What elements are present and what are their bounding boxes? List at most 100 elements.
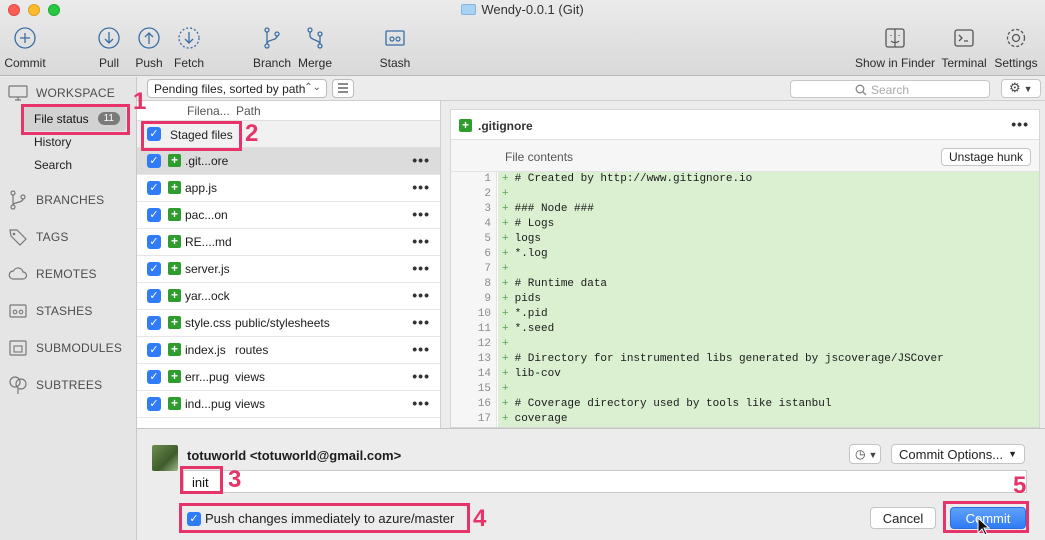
annotation-number-1: 1	[133, 88, 147, 115]
commit-tool-button[interactable]: Commit	[4, 26, 46, 70]
monitor-icon	[8, 85, 28, 101]
file-staged-checkbox[interactable]: ✓	[147, 316, 161, 330]
finder-icon	[885, 28, 905, 48]
hunk-header: File contents Unstage hunk	[451, 140, 1039, 172]
file-more-button[interactable]: •••	[412, 179, 430, 195]
file-row[interactable]: ✓ + RE....md •••	[137, 229, 440, 256]
sidebar-section-subtrees[interactable]: SUBTREES	[8, 375, 102, 395]
stash-icon	[385, 30, 405, 46]
file-more-button[interactable]: •••	[412, 152, 430, 168]
settings-button[interactable]: Settings	[993, 26, 1039, 70]
code-line: 13 + # Directory for instrumented libs gen…	[451, 352, 1039, 367]
sidebar-section-remotes[interactable]: REMOTES	[8, 264, 97, 284]
file-row[interactable]: ✓ + ind...pug views •••	[137, 391, 440, 418]
file-row[interactable]: ✓ + err...pug views •••	[137, 364, 440, 391]
list-view-button[interactable]	[332, 79, 354, 98]
sidebar-item-search[interactable]: Search	[34, 158, 72, 172]
annotation-number-5: 5	[1013, 472, 1027, 499]
plus-marker: +	[502, 338, 509, 350]
commit-message-input[interactable]: init	[183, 470, 1027, 493]
sidebar-section-tags[interactable]: TAGS	[8, 227, 69, 247]
file-more-button[interactable]: •••	[412, 395, 430, 411]
cancel-button[interactable]: Cancel	[870, 507, 936, 529]
file-staged-checkbox[interactable]: ✓	[147, 262, 161, 276]
file-staged-checkbox[interactable]: ✓	[147, 208, 161, 222]
sidebar-section-branches[interactable]: BRANCHES	[8, 190, 104, 210]
merge-tool-label: Merge	[297, 56, 332, 70]
column-filename[interactable]: Filena...	[187, 104, 230, 118]
sidebar-section-submodules[interactable]: SUBMODULES	[8, 338, 122, 358]
window-title: Wendy-0.0.1 (Git)	[0, 2, 1045, 17]
file-more-button[interactable]: •••	[412, 314, 430, 330]
terminal-button[interactable]: Terminal	[941, 26, 987, 70]
line-text: # Created by http://www.gitignore.io	[514, 173, 753, 185]
file-staged-checkbox[interactable]: ✓	[147, 181, 161, 195]
added-line: +	[498, 382, 1039, 397]
file-staged-checkbox[interactable]: ✓	[147, 154, 161, 168]
file-staged-checkbox[interactable]: ✓	[147, 343, 161, 357]
column-path[interactable]: Path	[236, 104, 261, 118]
added-line: + *.seed	[498, 322, 1039, 337]
commit-options-button[interactable]: Commit Options... ▼	[891, 444, 1025, 464]
search-input[interactable]: Search	[790, 80, 990, 98]
file-more-button[interactable]: •••	[412, 368, 430, 384]
chevron-down-icon: ▼	[1008, 449, 1017, 459]
line-number: 1	[484, 173, 491, 185]
branch-tool-button[interactable]: Branch	[252, 26, 292, 70]
plus-marker: +	[502, 308, 509, 320]
file-more-button[interactable]: •••	[412, 260, 430, 276]
file-row[interactable]: ✓ + .git...ore •••	[137, 148, 440, 175]
fetch-tool-button[interactable]: Fetch	[172, 26, 206, 70]
file-path: routes	[235, 343, 269, 357]
diff-pane: + .gitignore ••• File contents Unstage h…	[450, 109, 1040, 428]
push-tool-button[interactable]: Push	[133, 26, 165, 70]
show-in-finder-label: Show in Finder	[854, 56, 936, 70]
plus-marker: +	[502, 353, 509, 365]
commit-author: totuworld <totuworld@gmail.com>	[187, 448, 402, 463]
file-more-button[interactable]: •••	[412, 206, 430, 222]
file-more-button[interactable]: •••	[412, 287, 430, 303]
pull-tool-button[interactable]: Pull	[94, 26, 124, 70]
sidebar-subtrees-label: SUBTREES	[36, 378, 103, 392]
unstage-hunk-button[interactable]: Unstage hunk	[940, 148, 1031, 166]
diff-more-button[interactable]: •••	[1011, 116, 1029, 132]
gear-icon	[1006, 28, 1026, 48]
sidebar-stashes-label: STASHES	[36, 304, 93, 318]
file-more-button[interactable]: •••	[412, 233, 430, 249]
file-row[interactable]: ✓ + server.js •••	[137, 256, 440, 283]
file-row[interactable]: ✓ + style.css public/stylesheets •••	[137, 310, 440, 337]
sidebar-section-workspace[interactable]: WORKSPACE	[8, 83, 115, 103]
tag-icon	[9, 229, 27, 246]
line-text: coverage	[514, 413, 568, 425]
annotation-number-2: 2	[245, 120, 259, 147]
sidebar-section-stashes[interactable]: STASHES	[8, 301, 93, 321]
file-staged-checkbox[interactable]: ✓	[147, 370, 161, 384]
sidebar-item-history[interactable]: History	[34, 135, 71, 149]
file-name: index.js	[185, 343, 226, 357]
file-staged-checkbox[interactable]: ✓	[147, 289, 161, 303]
file-staged-checkbox[interactable]: ✓	[147, 235, 161, 249]
file-more-button[interactable]: •••	[412, 341, 430, 357]
file-row[interactable]: ✓ + yar...ock •••	[137, 283, 440, 310]
diff-code: 1 + # Created by http://www.gitignore.io 2 +…	[451, 172, 1039, 427]
filter-options-button[interactable]: ⚙ ▼	[1001, 79, 1041, 98]
stash-tool-button[interactable]: Stash	[378, 26, 412, 70]
commit-date-button[interactable]: ◷ ▼	[849, 444, 881, 464]
code-line: 8 + # Runtime data	[451, 277, 1039, 292]
sort-select[interactable]: Pending files, sorted by path ⌃⌄	[147, 79, 327, 98]
line-text: ### Node ###	[514, 203, 594, 215]
code-line: 2 +	[451, 187, 1039, 202]
file-row[interactable]: ✓ + app.js •••	[137, 175, 440, 202]
submodule-icon	[9, 340, 27, 356]
annotation-box-4	[179, 503, 470, 533]
added-file-icon: +	[168, 235, 181, 248]
merge-tool-button[interactable]: Merge	[297, 26, 333, 70]
file-row[interactable]: ✓ + pac...on •••	[137, 202, 440, 229]
file-staged-checkbox[interactable]: ✓	[147, 397, 161, 411]
added-file-icon: +	[168, 154, 181, 167]
mouse-cursor-icon	[977, 517, 991, 536]
added-line: +	[498, 262, 1039, 277]
show-in-finder-button[interactable]: Show in Finder	[854, 26, 936, 70]
window-title-text: Wendy-0.0.1 (Git)	[481, 2, 584, 17]
file-row[interactable]: ✓ + index.js routes •••	[137, 337, 440, 364]
